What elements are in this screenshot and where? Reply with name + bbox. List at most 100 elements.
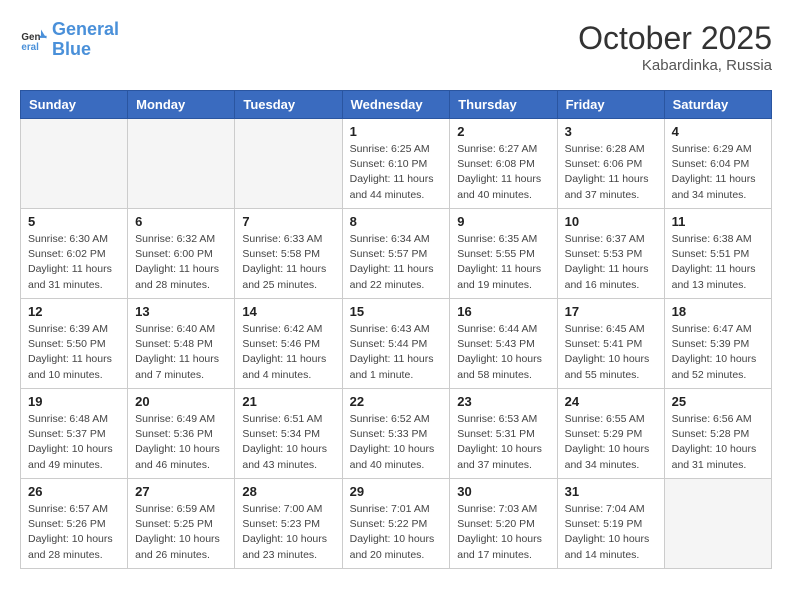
weekday-header: Wednesday [342, 91, 450, 119]
calendar-cell: 6Sunrise: 6:32 AM Sunset: 6:00 PM Daylig… [128, 209, 235, 299]
day-number: 26 [28, 484, 120, 499]
logo-icon: Gen eral [20, 26, 48, 54]
day-info: Sunrise: 6:29 AM Sunset: 6:04 PM Dayligh… [672, 142, 764, 203]
day-info: Sunrise: 6:56 AM Sunset: 5:28 PM Dayligh… [672, 412, 764, 473]
day-info: Sunrise: 6:28 AM Sunset: 6:06 PM Dayligh… [565, 142, 657, 203]
logo-text: GeneralBlue [52, 20, 119, 60]
day-number: 31 [565, 484, 657, 499]
day-info: Sunrise: 6:59 AM Sunset: 5:25 PM Dayligh… [135, 502, 227, 563]
day-info: Sunrise: 6:27 AM Sunset: 6:08 PM Dayligh… [457, 142, 549, 203]
day-number: 4 [672, 124, 764, 139]
calendar-cell: 19Sunrise: 6:48 AM Sunset: 5:37 PM Dayli… [21, 389, 128, 479]
day-info: Sunrise: 6:43 AM Sunset: 5:44 PM Dayligh… [350, 322, 443, 383]
calendar-cell [664, 479, 771, 569]
calendar-cell: 20 Sunrise: 6:49 AM Sunset: 5:36 PM Dayli… [128, 389, 235, 479]
weekday-header: Sunday [21, 91, 128, 119]
weekday-header: Thursday [450, 91, 557, 119]
calendar-cell: 10Sunrise: 6:37 AM Sunset: 5:53 PM Dayli… [557, 209, 664, 299]
day-info: Sunrise: 6:53 AM Sunset: 5:31 PM Dayligh… [457, 412, 549, 473]
day-info: Sunrise: 6:51 AM Sunset: 5:34 PM Dayligh… [242, 412, 334, 473]
day-info: Sunrise: 6:47 AM Sunset: 5:39 PM Dayligh… [672, 322, 764, 383]
calendar-cell: 31 Sunrise: 7:04 AM Sunset: 5:19 PM Dayli… [557, 479, 664, 569]
calendar-cell: 9Sunrise: 6:35 AM Sunset: 5:55 PM Daylig… [450, 209, 557, 299]
day-info: Sunrise: 6:52 AM Sunset: 5:33 PM Dayligh… [350, 412, 443, 473]
title-block: October 2025 Kabardinka, Russia [578, 20, 772, 74]
day-number: 30 [457, 484, 549, 499]
weekday-header: Saturday [664, 91, 771, 119]
day-number: 6 [135, 214, 227, 229]
month-title: October 2025 [578, 20, 772, 57]
calendar-cell: 13 Sunrise: 6:40 AM Sunset: 5:48 PM Dayli… [128, 299, 235, 389]
day-info: Sunrise: 6:49 AM Sunset: 5:36 PM Dayligh… [135, 412, 227, 473]
calendar-cell: 22 Sunrise: 6:52 AM Sunset: 5:33 PM Dayli… [342, 389, 450, 479]
calendar-cell: 23 Sunrise: 6:53 AM Sunset: 5:31 PM Dayli… [450, 389, 557, 479]
day-number: 15 [350, 304, 443, 319]
calendar-cell: 30 Sunrise: 7:03 AM Sunset: 5:20 PM Dayli… [450, 479, 557, 569]
calendar-cell: 15 Sunrise: 6:43 AM Sunset: 5:44 PM Dayli… [342, 299, 450, 389]
day-number: 23 [457, 394, 549, 409]
day-number: 16 [457, 304, 549, 319]
day-number: 21 [242, 394, 334, 409]
week-row: 5Sunrise: 6:30 AM Sunset: 6:02 PM Daylig… [21, 209, 772, 299]
day-number: 14 [242, 304, 334, 319]
calendar-cell: 5Sunrise: 6:30 AM Sunset: 6:02 PM Daylig… [21, 209, 128, 299]
day-number: 24 [565, 394, 657, 409]
day-info: Sunrise: 6:33 AM Sunset: 5:58 PM Dayligh… [242, 232, 334, 293]
day-number: 18 [672, 304, 764, 319]
day-number: 28 [242, 484, 334, 499]
calendar-cell [128, 119, 235, 209]
weekday-header: Tuesday [235, 91, 342, 119]
calendar-cell: 12Sunrise: 6:39 AM Sunset: 5:50 PM Dayli… [21, 299, 128, 389]
day-info: Sunrise: 7:01 AM Sunset: 5:22 PM Dayligh… [350, 502, 443, 563]
svg-text:eral: eral [21, 42, 39, 53]
day-info: Sunrise: 6:40 AM Sunset: 5:48 PM Dayligh… [135, 322, 227, 383]
calendar-cell: 21 Sunrise: 6:51 AM Sunset: 5:34 PM Dayli… [235, 389, 342, 479]
weekday-header: Monday [128, 91, 235, 119]
day-number: 13 [135, 304, 227, 319]
week-row: 1Sunrise: 6:25 AM Sunset: 6:10 PM Daylig… [21, 119, 772, 209]
day-number: 22 [350, 394, 443, 409]
calendar-cell: 17Sunrise: 6:45 AM Sunset: 5:41 PM Dayli… [557, 299, 664, 389]
day-number: 25 [672, 394, 764, 409]
weekday-header-row: SundayMondayTuesdayWednesdayThursdayFrid… [21, 91, 772, 119]
day-number: 8 [350, 214, 443, 229]
day-number: 2 [457, 124, 549, 139]
weekday-header: Friday [557, 91, 664, 119]
day-number: 7 [242, 214, 334, 229]
day-info: Sunrise: 7:04 AM Sunset: 5:19 PM Dayligh… [565, 502, 657, 563]
day-info: Sunrise: 7:00 AM Sunset: 5:23 PM Dayligh… [242, 502, 334, 563]
calendar-cell: 26 Sunrise: 6:57 AM Sunset: 5:26 PM Dayli… [21, 479, 128, 569]
day-info: Sunrise: 6:57 AM Sunset: 5:26 PM Dayligh… [28, 502, 120, 563]
day-number: 27 [135, 484, 227, 499]
day-info: Sunrise: 6:39 AM Sunset: 5:50 PM Dayligh… [28, 322, 120, 383]
day-number: 11 [672, 214, 764, 229]
calendar-cell: 28 Sunrise: 7:00 AM Sunset: 5:23 PM Dayli… [235, 479, 342, 569]
week-row: 26 Sunrise: 6:57 AM Sunset: 5:26 PM Dayli… [21, 479, 772, 569]
calendar-cell [21, 119, 128, 209]
day-number: 3 [565, 124, 657, 139]
day-info: Sunrise: 6:38 AM Sunset: 5:51 PM Dayligh… [672, 232, 764, 293]
day-info: Sunrise: 6:35 AM Sunset: 5:55 PM Dayligh… [457, 232, 549, 293]
calendar-cell: 2 Sunrise: 6:27 AM Sunset: 6:08 PM Daylig… [450, 119, 557, 209]
day-number: 29 [350, 484, 443, 499]
calendar-cell: 29 Sunrise: 7:01 AM Sunset: 5:22 PM Dayli… [342, 479, 450, 569]
calendar-cell: 1Sunrise: 6:25 AM Sunset: 6:10 PM Daylig… [342, 119, 450, 209]
day-info: Sunrise: 6:30 AM Sunset: 6:02 PM Dayligh… [28, 232, 120, 293]
calendar-cell: 3 Sunrise: 6:28 AM Sunset: 6:06 PM Daylig… [557, 119, 664, 209]
day-number: 10 [565, 214, 657, 229]
calendar-cell: 4 Sunrise: 6:29 AM Sunset: 6:04 PM Daylig… [664, 119, 771, 209]
day-info: Sunrise: 6:48 AM Sunset: 5:37 PM Dayligh… [28, 412, 120, 473]
calendar-cell: 8 Sunrise: 6:34 AM Sunset: 5:57 PM Daylig… [342, 209, 450, 299]
location: Kabardinka, Russia [578, 57, 772, 74]
calendar-cell [235, 119, 342, 209]
day-info: Sunrise: 6:45 AM Sunset: 5:41 PM Dayligh… [565, 322, 657, 383]
day-info: Sunrise: 6:34 AM Sunset: 5:57 PM Dayligh… [350, 232, 443, 293]
day-info: Sunrise: 7:03 AM Sunset: 5:20 PM Dayligh… [457, 502, 549, 563]
week-row: 19Sunrise: 6:48 AM Sunset: 5:37 PM Dayli… [21, 389, 772, 479]
logo: Gen eral GeneralBlue [20, 20, 119, 60]
calendar-cell: 7 Sunrise: 6:33 AM Sunset: 5:58 PM Daylig… [235, 209, 342, 299]
day-number: 20 [135, 394, 227, 409]
week-row: 12Sunrise: 6:39 AM Sunset: 5:50 PM Dayli… [21, 299, 772, 389]
calendar-cell: 24Sunrise: 6:55 AM Sunset: 5:29 PM Dayli… [557, 389, 664, 479]
day-number: 1 [350, 124, 443, 139]
